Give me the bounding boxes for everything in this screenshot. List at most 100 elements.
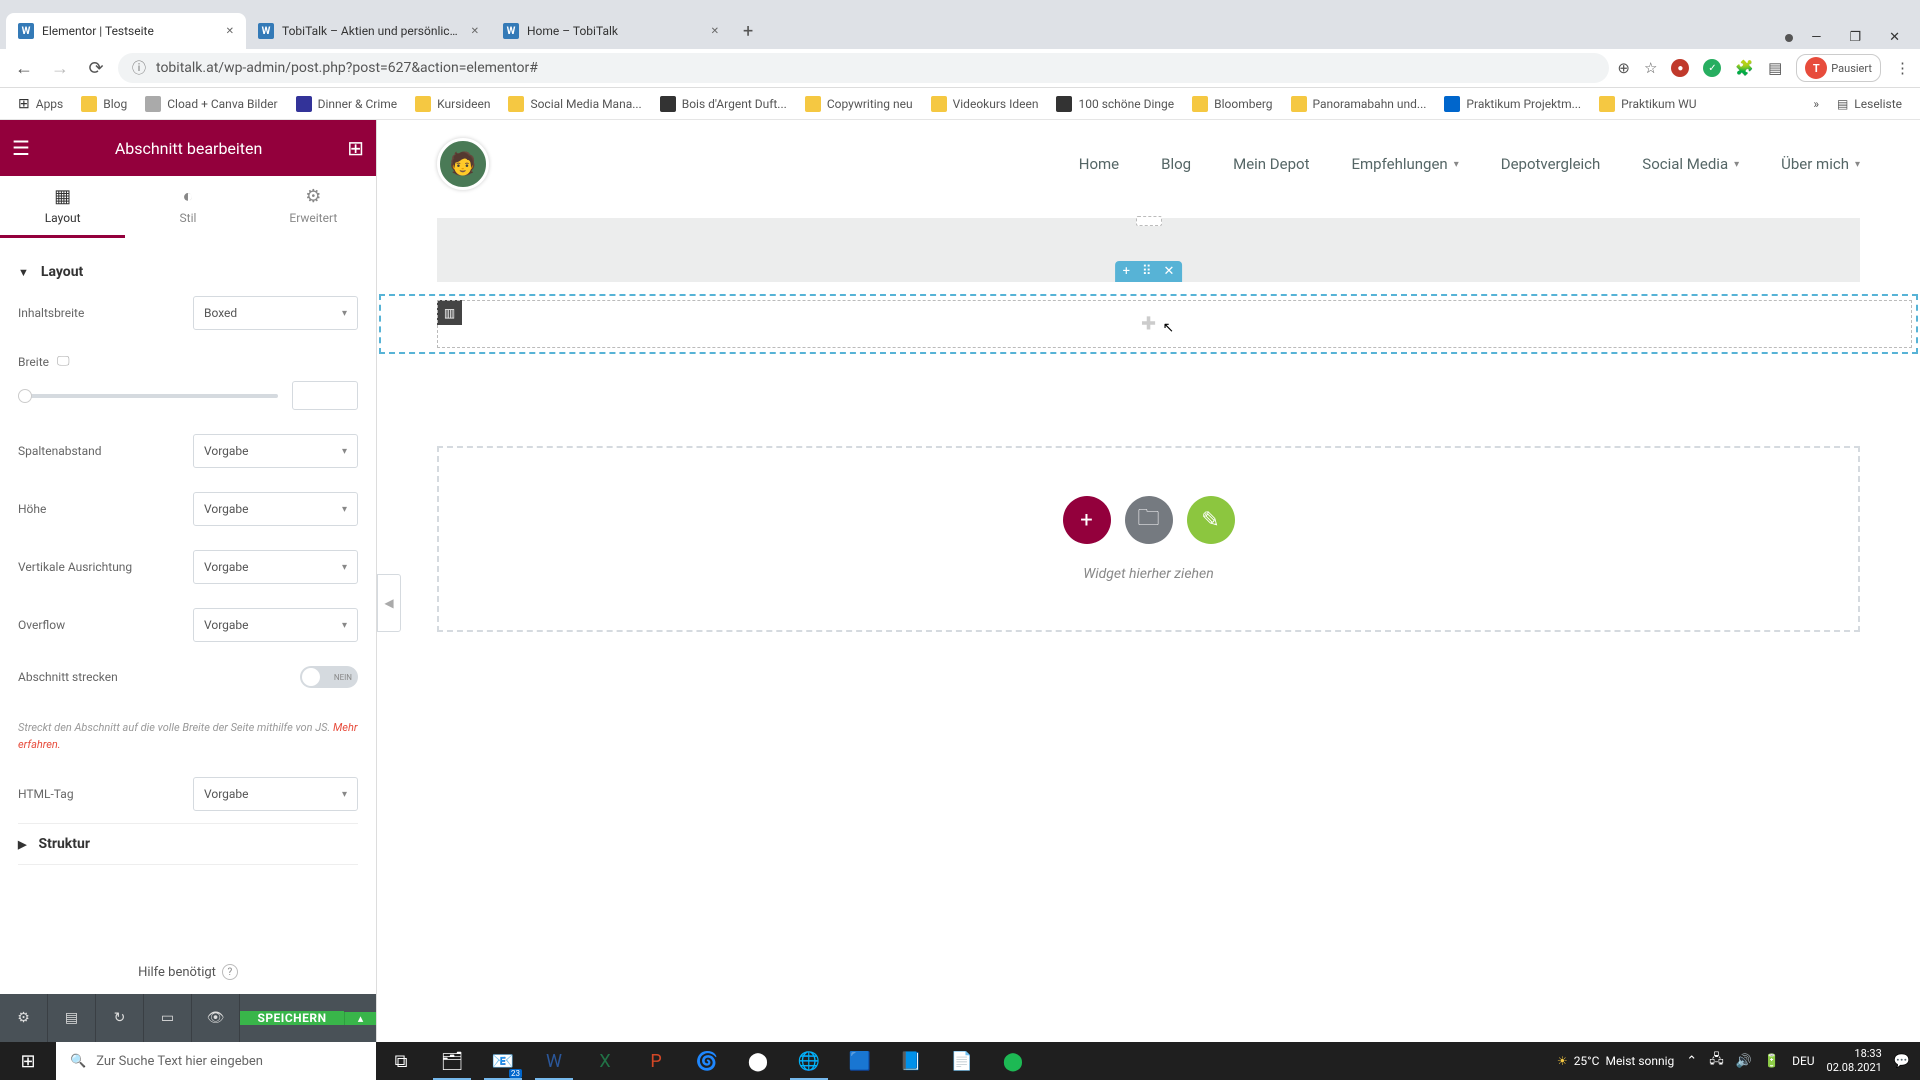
mail-icon[interactable]: 📧23 <box>478 1042 528 1080</box>
bookmark-item[interactable]: Bois d'Argent Duft... <box>652 92 795 116</box>
tab-style[interactable]: ◐ Stil <box>125 176 250 238</box>
delete-section-icon[interactable]: ✕ <box>1164 264 1175 279</box>
app-icon[interactable]: 🌀 <box>682 1042 732 1080</box>
task-view-icon[interactable]: ⧉ <box>376 1042 426 1080</box>
reading-list-icon[interactable]: ▤ <box>1768 59 1782 77</box>
select-overflow[interactable]: Vorgabe ▾ <box>193 608 358 642</box>
slider-thumb[interactable] <box>18 389 32 403</box>
bookmark-item[interactable]: Dinner & Crime <box>288 92 406 116</box>
bookmark-item[interactable]: Kursideen <box>407 92 498 116</box>
section-handle[interactable] <box>1136 216 1162 226</box>
widgets-grid-icon[interactable]: ⊞ <box>347 136 364 160</box>
start-button[interactable]: ⊞ <box>0 1042 56 1080</box>
hamburger-menu-icon[interactable]: ☰ <box>12 136 30 160</box>
panel-collapse-button[interactable]: ◀ <box>377 574 401 632</box>
add-section-icon[interactable]: + <box>1123 264 1130 279</box>
reading-list-button[interactable]: ▤Leseliste <box>1829 93 1910 115</box>
tab-close-icon[interactable]: ✕ <box>471 26 479 37</box>
browser-tab[interactable]: W Home – TobiTalk ✕ <box>491 13 731 49</box>
new-tab-button[interactable]: + <box>731 13 765 49</box>
input-breite-value[interactable] <box>292 381 358 410</box>
nav-ueber-mich[interactable]: Über mich▾ <box>1781 155 1860 173</box>
zoom-icon[interactable]: ⊕ <box>1617 59 1630 77</box>
bookmark-item[interactable]: Cload + Canva Bilder <box>137 92 285 116</box>
bookmark-item[interactable]: Praktikum WU <box>1591 92 1704 116</box>
tab-close-icon[interactable]: ✕ <box>226 26 234 37</box>
spotify-icon[interactable]: ⬤ <box>988 1042 1038 1080</box>
select-spaltenabstand[interactable]: Vorgabe ▾ <box>193 434 358 468</box>
bookmark-item[interactable]: Copywriting neu <box>797 92 921 116</box>
bookmark-item[interactable]: Bloomberg <box>1184 92 1280 116</box>
drag-handle-icon[interactable]: ⠿ <box>1142 264 1152 279</box>
app-icon[interactable]: 📘 <box>886 1042 936 1080</box>
profile-status[interactable]: T Pausiert <box>1796 54 1881 82</box>
extension-icon[interactable]: ● <box>1671 59 1689 77</box>
save-button[interactable]: SPEICHERN <box>240 1011 344 1025</box>
accordion-struktur[interactable]: ▶ Struktur <box>18 836 358 852</box>
weather-icon[interactable]: ☀ <box>1557 1054 1568 1068</box>
window-restore-icon[interactable]: ❐ <box>1839 26 1871 49</box>
nav-blog[interactable]: Blog <box>1161 155 1191 173</box>
browser-tab[interactable]: W TobiTalk – Aktien und persönlich... ✕ <box>246 13 491 49</box>
apps-button[interactable]: ⊞Apps <box>10 92 71 116</box>
notepad-icon[interactable]: 📄 <box>937 1042 987 1080</box>
toggle-abschnitt-strecken[interactable]: NEIN <box>300 666 358 688</box>
nav-depot[interactable]: Mein Depot <box>1233 155 1309 173</box>
chrome-icon[interactable]: 🌐 <box>784 1042 834 1080</box>
bookmark-item[interactable]: Panoramabahn und... <box>1283 92 1435 116</box>
taskbar-search[interactable]: 🔍 Zur Suche Text hier eingeben <box>56 1042 376 1080</box>
template-button[interactable]: 🗀 <box>1125 496 1173 544</box>
tab-advanced[interactable]: ⚙ Erweitert <box>251 176 376 238</box>
preview-button[interactable]: 👁 <box>192 994 240 1042</box>
select-vertikale-ausrichtung[interactable]: Vorgabe ▾ <box>193 550 358 584</box>
tab-close-icon[interactable]: ✕ <box>711 26 719 37</box>
add-section-button[interactable]: + <box>1063 496 1111 544</box>
settings-button[interactable]: ⚙ <box>0 994 48 1042</box>
window-close-icon[interactable]: ✕ <box>1879 26 1910 49</box>
save-options-button[interactable]: ▴ <box>344 1012 376 1025</box>
bookmark-item[interactable]: 100 schöne Dinge <box>1048 92 1182 116</box>
select-html-tag[interactable]: Vorgabe ▾ <box>193 777 358 811</box>
tab-overflow-icon[interactable] <box>1785 34 1793 42</box>
add-widget-icon[interactable]: ✚ <box>1141 314 1156 335</box>
battery-icon[interactable]: 🔋 <box>1764 1054 1780 1069</box>
history-button[interactable]: ↻ <box>96 994 144 1042</box>
volume-icon[interactable]: 🔊 <box>1736 1054 1752 1069</box>
select-hoehe[interactable]: Vorgabe ▾ <box>193 492 358 526</box>
file-explorer-icon[interactable]: 🗂 <box>427 1042 477 1080</box>
tab-layout[interactable]: ▦ Layout <box>0 176 125 238</box>
drop-zone[interactable]: + 🗀 ✎ Widget hierher ziehen <box>437 446 1860 632</box>
desktop-icon[interactable]: 🖵 <box>57 354 70 369</box>
notifications-icon[interactable]: 💬 <box>1894 1054 1910 1069</box>
window-minimize-icon[interactable]: — <box>1801 26 1831 49</box>
responsive-button[interactable]: ▭ <box>144 994 192 1042</box>
nav-social[interactable]: Social Media▾ <box>1642 155 1739 173</box>
clock[interactable]: 18:33 02.08.2021 <box>1827 1047 1882 1076</box>
help-button[interactable]: Hilfe benötigt ? <box>0 950 376 994</box>
powerpoint-icon[interactable]: P <box>631 1042 681 1080</box>
extensions-icon[interactable]: 🧩 <box>1735 59 1754 77</box>
address-bar[interactable]: ⓘ tobitalk.at/wp-admin/post.php?post=627… <box>118 53 1609 83</box>
bookmark-item[interactable]: Videokurs Ideen <box>923 92 1047 116</box>
navigator-button[interactable]: ▤ <box>48 994 96 1042</box>
bookmark-item[interactable]: Blog <box>73 92 135 116</box>
language-indicator[interactable]: DEU <box>1792 1054 1814 1068</box>
bookmark-item[interactable]: Praktikum Projektm... <box>1436 92 1589 116</box>
column-edit-icon[interactable]: ▥ <box>437 300 462 325</box>
nav-empfehlungen[interactable]: Empfehlungen▾ <box>1352 155 1459 173</box>
accordion-layout[interactable]: ▼ Layout <box>18 264 358 280</box>
excel-icon[interactable]: X <box>580 1042 630 1080</box>
envato-button[interactable]: ✎ <box>1187 496 1235 544</box>
bookmark-star-icon[interactable]: ☆ <box>1644 59 1657 77</box>
nav-depotvergleich[interactable]: Depotvergleich <box>1501 155 1601 173</box>
selected-section[interactable]: + ⠿ ✕ ▥ ✚ ↖ <box>379 294 1918 354</box>
edge-icon[interactable]: 🟦 <box>835 1042 885 1080</box>
reload-button[interactable]: ⟳ <box>82 58 110 79</box>
extension-icon[interactable]: ✓ <box>1703 59 1721 77</box>
tray-chevron-icon[interactable]: ⌃ <box>1686 1054 1697 1069</box>
select-inhaltsbreite[interactable]: Boxed ▾ <box>193 296 358 330</box>
site-logo[interactable]: 🧑 <box>437 138 489 190</box>
word-icon[interactable]: W <box>529 1042 579 1080</box>
menu-icon[interactable]: ⋮ <box>1895 59 1910 77</box>
bookmark-item[interactable]: Social Media Mana... <box>500 92 649 116</box>
